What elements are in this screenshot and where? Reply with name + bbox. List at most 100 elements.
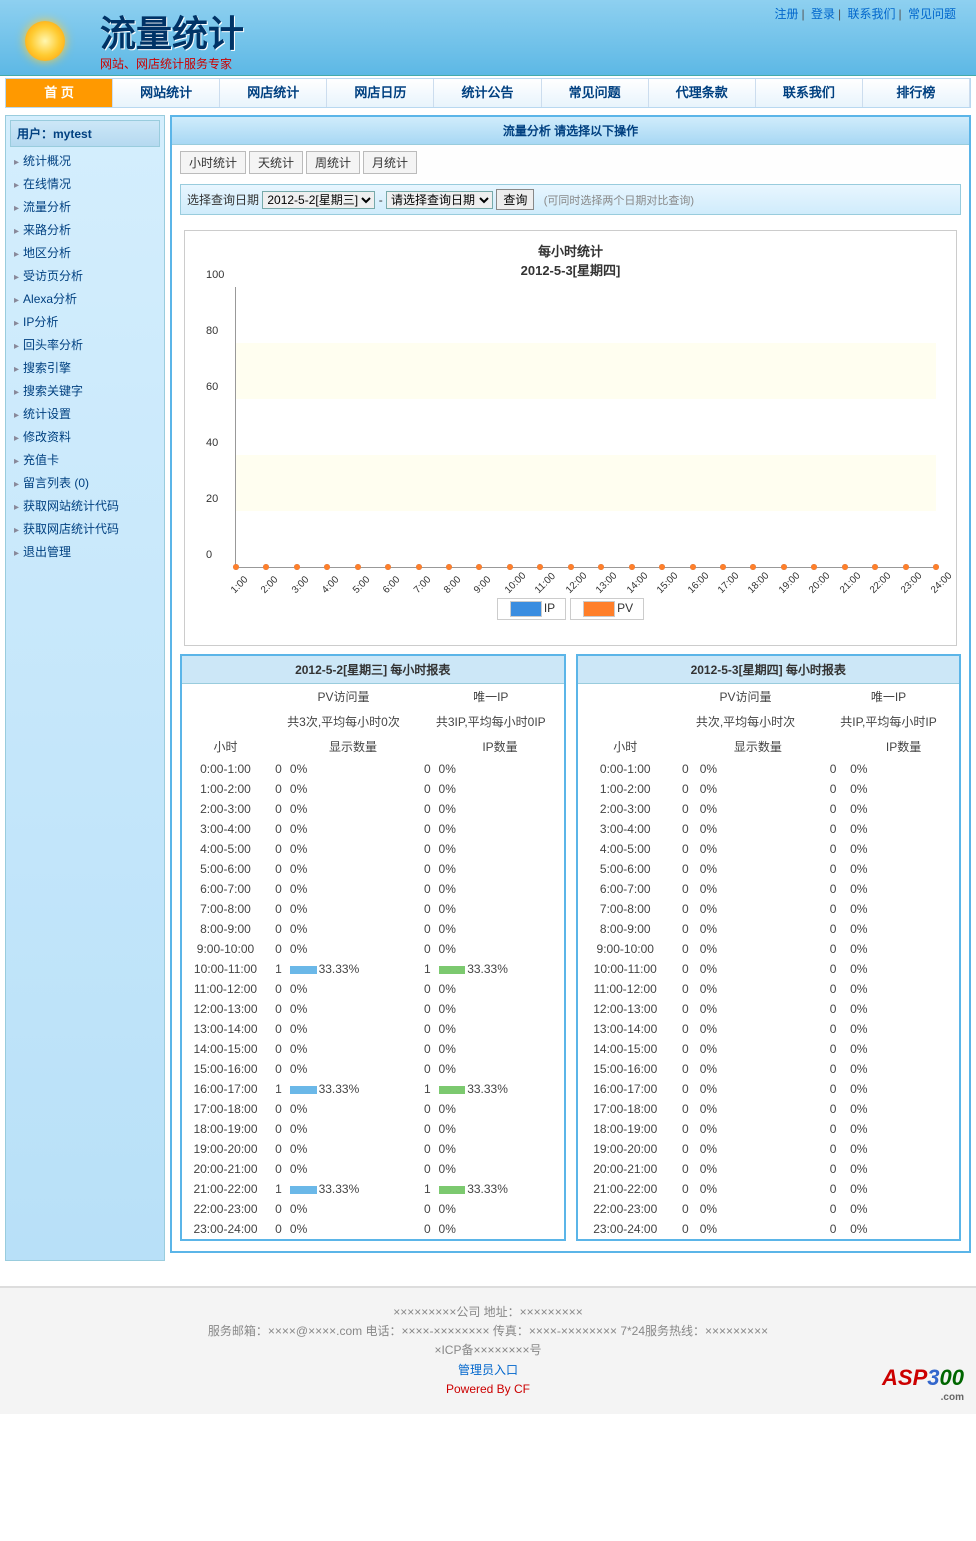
chart-container: 每小时统计2012-5-3[星期四] 0204060801001:002:003… bbox=[184, 230, 957, 646]
data-point bbox=[781, 564, 787, 570]
site-logo-text: 流量统计 bbox=[100, 14, 244, 54]
sidebar-item[interactable]: 留言列表 (0) bbox=[10, 471, 160, 494]
report-table: 2012-5-2[星期三] 每小时报表PV访问量唯一IP共3次,平均每小时0次共… bbox=[180, 654, 566, 1241]
sidebar-item[interactable]: 获取网店统计代码 bbox=[10, 517, 160, 540]
sidebar-item[interactable]: 修改资料 bbox=[10, 425, 160, 448]
x-tick: 7:00 bbox=[412, 574, 434, 596]
chart-title: 每小时统计2012-5-3[星期四] bbox=[195, 241, 946, 279]
sidebar-item[interactable]: 搜索引擎 bbox=[10, 356, 160, 379]
link-faq[interactable]: 常见问题 bbox=[908, 7, 956, 21]
sidebar-item[interactable]: 受访页分析 bbox=[10, 264, 160, 287]
top-links: 注册| 登录| 联系我们| 常见问题 bbox=[775, 5, 956, 22]
sidebar-item[interactable]: 地区分析 bbox=[10, 241, 160, 264]
admin-link[interactable]: 管理员入口 bbox=[458, 1363, 518, 1377]
data-point bbox=[659, 564, 665, 570]
y-tick: 80 bbox=[206, 325, 218, 337]
sun-icon bbox=[10, 6, 85, 71]
data-point bbox=[355, 564, 361, 570]
header-bar: 注册| 登录| 联系我们| 常见问题 流量统计 网站、网店统计服务专家 bbox=[0, 0, 976, 76]
x-tick: 23:00 bbox=[898, 570, 923, 595]
sidebar-item[interactable]: 统计设置 bbox=[10, 402, 160, 425]
tab-button[interactable]: 天统计 bbox=[249, 151, 303, 174]
data-point bbox=[537, 564, 543, 570]
x-tick: 8:00 bbox=[442, 574, 464, 596]
date1-select[interactable]: 2012-5-2[星期三] bbox=[262, 191, 375, 209]
data-point bbox=[842, 564, 848, 570]
date2-select[interactable]: 请选择查询日期 bbox=[386, 191, 493, 209]
sidebar-item[interactable]: 来路分析 bbox=[10, 218, 160, 241]
y-tick: 0 bbox=[206, 549, 212, 561]
x-tick: 15:00 bbox=[655, 570, 680, 595]
x-tick: 19:00 bbox=[777, 570, 802, 595]
tab-button[interactable]: 小时统计 bbox=[180, 151, 246, 174]
nav-item[interactable]: 联系我们 bbox=[756, 79, 863, 107]
chart-legend: IPPV bbox=[195, 598, 946, 620]
x-tick: 13:00 bbox=[594, 570, 619, 595]
data-point bbox=[263, 564, 269, 570]
sidebar-item[interactable]: Alexa分析 bbox=[10, 287, 160, 310]
data-point bbox=[629, 564, 635, 570]
sidebar-item[interactable]: 充值卡 bbox=[10, 448, 160, 471]
query-bar: 选择查询日期 2012-5-2[星期三] - 请选择查询日期 查询 (可同时选择… bbox=[180, 184, 961, 215]
nav-item[interactable]: 代理条款 bbox=[649, 79, 756, 107]
x-tick: 6:00 bbox=[381, 574, 403, 596]
site-tagline: 网站、网店统计服务专家 bbox=[100, 55, 244, 72]
data-point bbox=[568, 564, 574, 570]
y-tick: 20 bbox=[206, 493, 218, 505]
data-point bbox=[598, 564, 604, 570]
x-tick: 11:00 bbox=[533, 571, 558, 596]
y-tick: 40 bbox=[206, 437, 218, 449]
data-point bbox=[476, 564, 482, 570]
data-point bbox=[385, 564, 391, 570]
data-point bbox=[507, 564, 513, 570]
tab-button[interactable]: 月统计 bbox=[363, 151, 417, 174]
link-contact[interactable]: 联系我们 bbox=[848, 7, 896, 21]
sidebar-item[interactable]: 获取网站统计代码 bbox=[10, 494, 160, 517]
legend-item: PV bbox=[570, 598, 644, 620]
nav-item[interactable]: 网站统计 bbox=[113, 79, 220, 107]
x-tick: 16:00 bbox=[685, 570, 710, 595]
sidebar-item[interactable]: 统计概况 bbox=[10, 149, 160, 172]
footer-contact: 服务邮箱：××××@××××.com 电话：××××-×××××××× 传真：×… bbox=[15, 1322, 961, 1341]
sidebar-user: 用户：mytest bbox=[10, 120, 160, 147]
data-point bbox=[690, 564, 696, 570]
data-point bbox=[903, 564, 909, 570]
data-point bbox=[933, 564, 939, 570]
footer: ×××××××××公司 地址：××××××××× 服务邮箱：××××@××××.… bbox=[0, 1286, 976, 1414]
panel-title: 流量分析 请选择以下操作 bbox=[172, 117, 969, 145]
sidebar-item[interactable]: 流量分析 bbox=[10, 195, 160, 218]
nav-item[interactable]: 首 页 bbox=[6, 79, 113, 107]
sidebar-item[interactable]: 回头率分析 bbox=[10, 333, 160, 356]
link-register[interactable]: 注册 bbox=[775, 7, 799, 21]
nav-item[interactable]: 常见问题 bbox=[542, 79, 649, 107]
sidebar-item[interactable]: IP分析 bbox=[10, 310, 160, 333]
x-tick: 10:00 bbox=[503, 570, 528, 595]
data-point bbox=[446, 564, 452, 570]
data-point bbox=[324, 564, 330, 570]
nav-item[interactable]: 排行榜 bbox=[863, 79, 970, 107]
x-tick: 24:00 bbox=[929, 570, 954, 595]
powered-by: Powered By CF bbox=[15, 1380, 961, 1399]
x-tick: 12:00 bbox=[564, 570, 589, 595]
link-login[interactable]: 登录 bbox=[811, 7, 835, 21]
table-title: 2012-5-3[星期四] 每小时报表 bbox=[578, 656, 960, 684]
x-tick: 4:00 bbox=[320, 574, 342, 596]
nav-item[interactable]: 统计公告 bbox=[434, 79, 541, 107]
sidebar-item[interactable]: 退出管理 bbox=[10, 540, 160, 563]
tab-row: 小时统计天统计周统计月统计 bbox=[172, 145, 969, 180]
sidebar-item[interactable]: 搜索关键字 bbox=[10, 379, 160, 402]
nav-item[interactable]: 网店日历 bbox=[327, 79, 434, 107]
query-button[interactable]: 查询 bbox=[496, 189, 534, 210]
sidebar: 用户：mytest 统计概况在线情况流量分析来路分析地区分析受访页分析Alexa… bbox=[5, 115, 165, 1261]
chart-plot: 0204060801001:002:003:004:005:006:007:00… bbox=[235, 287, 936, 568]
data-point bbox=[750, 564, 756, 570]
data-point bbox=[872, 564, 878, 570]
tab-button[interactable]: 周统计 bbox=[306, 151, 360, 174]
sidebar-item[interactable]: 在线情况 bbox=[10, 172, 160, 195]
footer-company: ×××××××××公司 地址：××××××××× bbox=[15, 1303, 961, 1322]
data-point bbox=[720, 564, 726, 570]
x-tick: 9:00 bbox=[472, 574, 494, 596]
query-hint: (可同时选择两个日期对比查询) bbox=[544, 195, 694, 207]
nav-item[interactable]: 网店统计 bbox=[220, 79, 327, 107]
x-tick: 22:00 bbox=[868, 570, 893, 595]
